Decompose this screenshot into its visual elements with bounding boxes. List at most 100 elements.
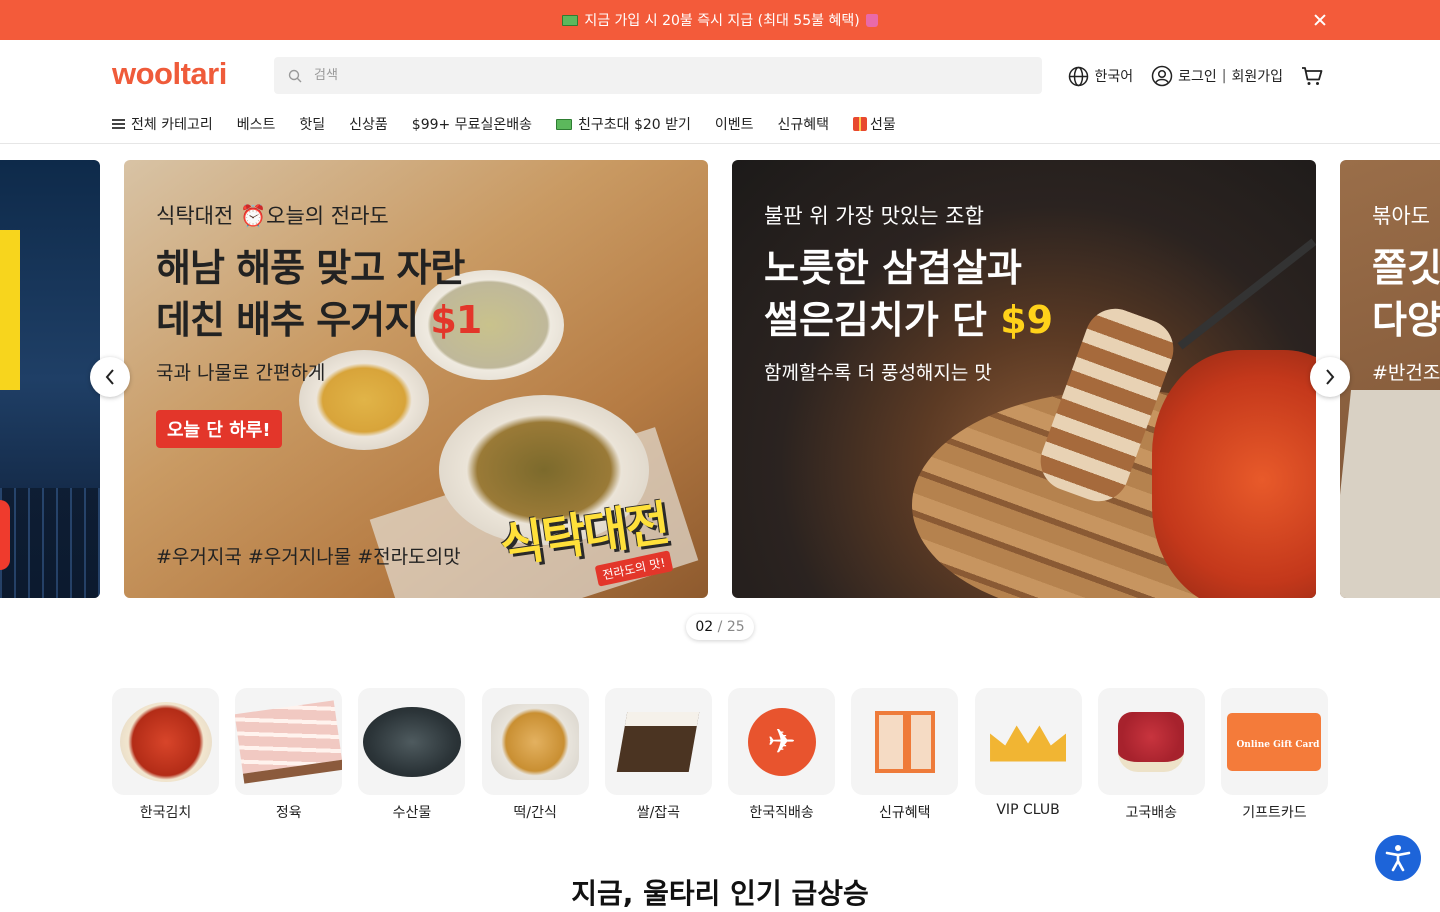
slide-subtitle: 볶아도 <box>1372 204 1430 228</box>
category-label: 떡/간식 <box>513 805 557 821</box>
globe-icon <box>1069 66 1089 86</box>
slide-description: 함께할수록 더 풍성해지는 맛 <box>764 362 992 384</box>
slide-title-line2: 데친 배추 우거지 <box>156 298 419 342</box>
slide-subtitle: 식탁대전 ⏰오늘의 전라도 <box>156 200 389 230</box>
category-new-benefits[interactable]: 신규혜택 <box>851 688 959 828</box>
cart-icon <box>1302 67 1323 85</box>
today-only-badge: 오늘 단 하루! <box>156 410 282 448</box>
category-image <box>1097 688 1205 795</box>
carousel-slide-far[interactable]: 볶아도 쫄깃 다양 #반건조 <box>1340 160 1440 598</box>
menu-icon <box>112 119 125 129</box>
rice-icon <box>617 711 700 772</box>
category-label: 신규혜택 <box>879 805 931 821</box>
category-homeland-shipping[interactable]: 고국배송 <box>1097 688 1205 828</box>
category-label: VIP CLUB <box>996 802 1060 818</box>
nav-free-shipping[interactable]: $99+ 무료실온배송 <box>412 114 532 134</box>
nav-best[interactable]: 베스트 <box>237 114 276 134</box>
slide-title: 해남 해풍 맞고 자란 데친 배추 우거지 $1 <box>156 242 482 346</box>
slide-art <box>1152 350 1316 598</box>
slide-art <box>0 230 20 390</box>
gift-card-text: Online Gift Card <box>1236 739 1320 750</box>
slide-title-line1: 노릇한 삼겹살과 <box>764 246 1022 290</box>
slide-title-line2: 썰은김치가 단 <box>764 298 987 342</box>
category-image: Online Gift Card <box>1220 688 1328 795</box>
search-input[interactable] <box>314 68 1014 83</box>
language-selector[interactable]: 한국어 <box>1068 66 1133 87</box>
cart-button[interactable] <box>1301 66 1328 86</box>
search-bar[interactable] <box>274 57 1042 94</box>
separator: | <box>1221 68 1227 84</box>
nav-events[interactable]: 이벤트 <box>715 114 754 134</box>
shopping-bag-icon <box>865 13 878 27</box>
category-image: ✈ <box>728 688 836 795</box>
category-snacks[interactable]: 떡/간식 <box>481 688 589 828</box>
abalone-icon <box>362 706 461 777</box>
close-icon[interactable] <box>1312 12 1328 28</box>
search-icon <box>288 69 302 82</box>
gift-icon <box>853 117 868 131</box>
category-label: 고국배송 <box>1125 805 1178 821</box>
nav-label: 선물 <box>870 117 896 133</box>
slide-art <box>0 500 10 570</box>
alarm-clock-icon: ⏰ <box>239 204 267 228</box>
bojagi-icon <box>1118 711 1185 772</box>
slide-description: 국과 나물로 간편하게 <box>156 362 326 384</box>
language-label: 한국어 <box>1094 69 1134 85</box>
slide-subtitle: 불판 위 가장 맛있는 조합 <box>764 204 984 228</box>
pork-icon <box>235 699 343 784</box>
slide-price: $1 <box>430 298 482 342</box>
carousel-next-button[interactable] <box>1310 357 1350 397</box>
nav-invite-friend[interactable]: 친구초대 $20 받기 <box>555 114 691 134</box>
dollar-bill-icon <box>555 118 572 130</box>
nav-gift[interactable]: 선물 <box>853 114 896 134</box>
logo[interactable]: wooltari <box>112 56 227 92</box>
category-vip-club[interactable]: VIP CLUB <box>974 688 1082 828</box>
crown-icon <box>990 725 1067 762</box>
hero-carousel: 식탁대전 ⏰오늘의 전라도 해남 해풍 맞고 자란 데친 배추 우거지 $1 국… <box>0 160 1440 598</box>
category-meat[interactable]: 정육 <box>235 688 343 828</box>
chevron-left-icon <box>105 369 114 385</box>
nav-label: 전체 카테고리 <box>131 117 213 133</box>
category-label: 수산물 <box>392 805 432 821</box>
category-label: 한국직배송 <box>749 805 814 821</box>
rice-cake-icon <box>491 703 580 780</box>
carousel-slide-next[interactable]: 불판 위 가장 맛있는 조합 노릇한 삼겹살과 썰은김치가 단 $9 함께할수록… <box>732 160 1316 598</box>
carousel-prev-button[interactable] <box>90 357 130 397</box>
pager-total: 25 <box>726 619 745 635</box>
user-icon <box>1151 65 1173 87</box>
nav-new-products[interactable]: 신상품 <box>349 114 388 134</box>
gift-card-icon: Online Gift Card <box>1227 712 1322 771</box>
category-image <box>112 688 219 795</box>
signup-link[interactable]: 회원가입 <box>1231 66 1283 86</box>
category-seafood[interactable]: 수산물 <box>358 688 466 828</box>
nav-hotdeal[interactable]: 핫딜 <box>299 114 325 134</box>
category-label: 정육 <box>275 805 302 821</box>
slide-subtitle-prefix: 식탁대전 <box>156 204 234 228</box>
category-kimchi[interactable]: 한국김치 <box>112 688 219 828</box>
promo-text: 지금 가입 시 20불 즉시 지급 (최대 55불 혜택) <box>584 13 860 29</box>
category-rice[interactable]: 쌀/잡곡 <box>604 688 712 828</box>
carousel-pager: 02 / 25 <box>686 614 754 640</box>
main-nav: 전체 카테고리 베스트 핫딜 신상품 $99+ 무료실온배송 친구초대 $20 … <box>0 112 1440 144</box>
category-label: 기프트카드 <box>1242 805 1307 821</box>
carousel-slide-current[interactable]: 식탁대전 ⏰오늘의 전라도 해남 해풍 맞고 자란 데친 배추 우거지 $1 국… <box>124 160 708 598</box>
carousel-slide-prev[interactable] <box>0 160 100 598</box>
slide-tags: #우거지국 #우거지나물 #전라도의맛 <box>156 546 461 568</box>
category-gift-card[interactable]: Online Gift Card 기프트카드 <box>1220 688 1328 828</box>
gift-box-icon <box>874 710 935 773</box>
slide-title-line1: 해남 해풍 맞고 자란 <box>156 246 465 290</box>
slide-subtitle-suffix: 오늘의 전라도 <box>266 204 389 228</box>
category-image <box>851 688 959 795</box>
kimchi-icon <box>119 701 212 782</box>
slide-description: #반건조 <box>1372 362 1440 384</box>
category-label: 쌀/잡곡 <box>636 805 681 821</box>
accessibility-button[interactable] <box>1375 835 1421 881</box>
category-korea-direct[interactable]: ✈ 한국직배송 <box>728 688 836 828</box>
promo-banner[interactable]: 지금 가입 시 20불 즉시 지급 (최대 55불 혜택) <box>0 0 1440 40</box>
nav-new-benefits[interactable]: 신규혜택 <box>778 114 830 134</box>
nav-all-categories[interactable]: 전체 카테고리 <box>112 114 213 134</box>
login-link[interactable]: 로그인 <box>1178 66 1217 86</box>
slide-title-line1: 쫄깃 <box>1372 246 1440 290</box>
header: wooltari 한국어 로그인 | 회원가입 <box>0 40 1440 112</box>
pager-separator: / <box>713 619 727 635</box>
